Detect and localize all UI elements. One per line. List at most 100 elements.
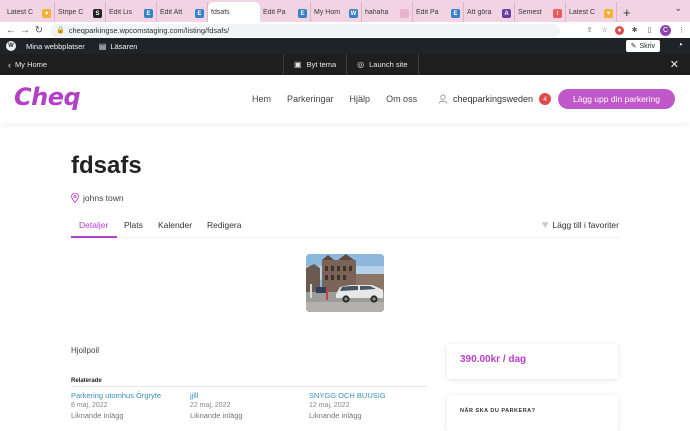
reader-icon: ▤ [98, 41, 107, 51]
pencil-icon: ✎ [630, 43, 637, 50]
nav-item-hem[interactable]: Hem [252, 94, 271, 104]
my-home-link[interactable]: ‹ My Home [8, 60, 47, 70]
sidebar-icon[interactable]: ▯ [645, 26, 654, 35]
tab-title: hahaha [365, 8, 389, 16]
related-item-title[interactable]: Parkering utomhus Örgryte [71, 391, 161, 401]
username-label: cheqparkingsweden [453, 94, 534, 104]
tab-title: Semest [518, 8, 542, 16]
browser-tab[interactable]: EEdit Att✕ [157, 2, 208, 22]
address-bar-row: ← → ↻ 🔒 cheqparkingse.wpcomstaging.com/l… [0, 22, 690, 38]
related-item-title[interactable]: SNYGG OCH BUUSIG [309, 391, 386, 401]
tab-kalender[interactable]: Kalender [158, 220, 192, 230]
new-tab-button[interactable]: + [617, 5, 637, 22]
related-item-kind: Liknande inlägg [71, 411, 124, 420]
launch-site-label: Launch site [369, 60, 408, 69]
my-sites-link[interactable]: Mina webbplatser [26, 42, 85, 51]
related-item-date: 12 maj, 2022 [309, 402, 350, 409]
browser-tab[interactable]: EEdit Lis✕ [106, 2, 157, 22]
tab-detaljer[interactable]: Detaljer [79, 220, 108, 230]
chevron-down-icon[interactable]: ⌄ [674, 3, 682, 14]
listing-title: fdsafs [71, 152, 142, 179]
tab-favicon [248, 9, 257, 18]
browser-tab[interactable]: EEdit Pa✕ [260, 2, 311, 22]
share-icon[interactable]: ⇪ [585, 26, 594, 35]
forward-arrow-icon[interactable]: → [18, 25, 32, 36]
favorite-label: Lägg till i favoriter [552, 220, 619, 230]
user-menu[interactable]: cheqparkingsweden 4 [438, 93, 552, 105]
tab-favicon: A [502, 9, 511, 18]
profile-avatar[interactable]: C [660, 24, 671, 36]
nav-item-parkeringar[interactable]: Parkeringar [287, 94, 334, 104]
listing-description: Hjoilpoil [71, 346, 100, 355]
add-favorite-button[interactable]: ♥ Lägg till i favoriter [542, 219, 619, 231]
more-icon[interactable]: ⋮ [677, 26, 686, 35]
tab-title: Latest C [569, 8, 596, 16]
url-text: cheqparkingse.wpcomstaging.com/listing/f… [68, 25, 230, 35]
browser-tab[interactable]: !Semest✕ [515, 2, 566, 22]
reader-link[interactable]: ▤ Läsaren [99, 42, 138, 51]
related-item-kind: Liknande inlägg [190, 411, 243, 420]
related-item-date: 8 maj, 2022 [71, 402, 108, 409]
browser-tab[interactable]: ♥Latest C✕ [566, 2, 617, 22]
notification-badge: 4 [539, 93, 552, 105]
site-editor-bar: ‹ My Home ▣ Byt tema ◎ Launch site ✕ [0, 54, 690, 75]
parking-photo-image [306, 254, 384, 312]
launch-site-button[interactable]: ◎ Launch site [346, 54, 419, 75]
browser-tab-strip: ♥Latest C✕ SStripe C✕ EEdit Lis✕ EEdit A… [0, 0, 690, 22]
add-parking-button[interactable]: Lägg upp din parkering [558, 89, 675, 109]
tab-title: My Hom [314, 8, 341, 16]
tab-title: Edit Att [160, 8, 183, 16]
tab-favicon: ♥ [604, 9, 613, 18]
related-item-kind: Liknande inlägg [309, 411, 362, 420]
reload-icon[interactable]: ↻ [32, 25, 46, 36]
listing-location: johns town [71, 193, 124, 203]
my-sites-label: Mina webbplatser [26, 41, 85, 51]
browser-tab[interactable]: ♥Latest C✕ [4, 2, 55, 22]
tab-favicon [400, 9, 409, 18]
wp-admin-bar: W Mina webbplatser ▤ Läsaren ✎ Skriv ◔ [0, 38, 690, 54]
related-item-title[interactable]: jjlll [190, 391, 243, 401]
tab-title: Edit Pa [263, 8, 286, 16]
chevron-left-icon: ‹ [8, 59, 11, 70]
listing-photo[interactable] [306, 254, 384, 312]
tab-title: Latest C [7, 8, 34, 16]
back-arrow-icon[interactable]: ← [4, 25, 18, 36]
star-icon[interactable]: ☆ [600, 26, 609, 35]
browser-tab[interactable]: WMy Hom✕ [311, 2, 362, 22]
tab-plats[interactable]: Plats [124, 220, 143, 230]
write-label: Skriv [639, 42, 655, 50]
tab-favicon: E [298, 9, 307, 18]
browser-tab-active[interactable]: fdsafs✕ [208, 2, 260, 22]
browser-tab[interactable]: SStripe C✕ [55, 2, 106, 22]
lock-icon: 🔒 [56, 27, 65, 34]
related-item: SNYGG OCH BUUSIG 12 maj, 2022 Liknande i… [309, 391, 386, 421]
related-item-date: 22 maj, 2022 [190, 402, 231, 409]
url-input[interactable]: 🔒 cheqparkingse.wpcomstaging.com/listing… [50, 23, 560, 37]
close-icon[interactable]: ✕ [670, 58, 679, 71]
account-icon[interactable]: ◔ [677, 40, 683, 51]
tab-favicon: ♥ [42, 9, 51, 18]
location-label: johns town [83, 193, 124, 203]
site-header: Cheq Hem Parkeringar Hjälp Om oss cheqpa… [0, 75, 690, 123]
write-button[interactable]: ✎ Skriv [625, 40, 660, 52]
my-home-label: My Home [15, 60, 48, 69]
browser-tab[interactable]: EEdit Pa✕ [413, 2, 464, 22]
tab-title: Edit Pa [416, 8, 439, 16]
switch-theme-button[interactable]: ▣ Byt tema [283, 54, 346, 75]
browser-tab[interactable]: hahaha✕ [362, 2, 413, 22]
reader-label: Läsaren [110, 41, 138, 51]
booking-box: NÄR SKA DU PARKERA? [447, 395, 618, 431]
extension-icon[interactable]: ● [615, 25, 624, 35]
wordpress-logo-icon[interactable]: W [6, 41, 16, 51]
tab-favicon: E [451, 9, 460, 18]
tab-favicon: ! [553, 9, 562, 18]
puzzle-icon[interactable]: ✱ [630, 26, 639, 35]
tab-redigera[interactable]: Redigera [207, 220, 242, 230]
active-tab-indicator [71, 236, 117, 238]
site-logo[interactable]: Cheq [14, 83, 81, 111]
nav-item-hjalp[interactable]: Hjälp [350, 94, 371, 104]
nav-item-om-oss[interactable]: Om oss [386, 94, 417, 104]
browser-tab[interactable]: AAtt göra✕ [464, 2, 515, 22]
tab-title: fdsafs [211, 8, 230, 16]
tab-favicon: E [144, 9, 153, 18]
